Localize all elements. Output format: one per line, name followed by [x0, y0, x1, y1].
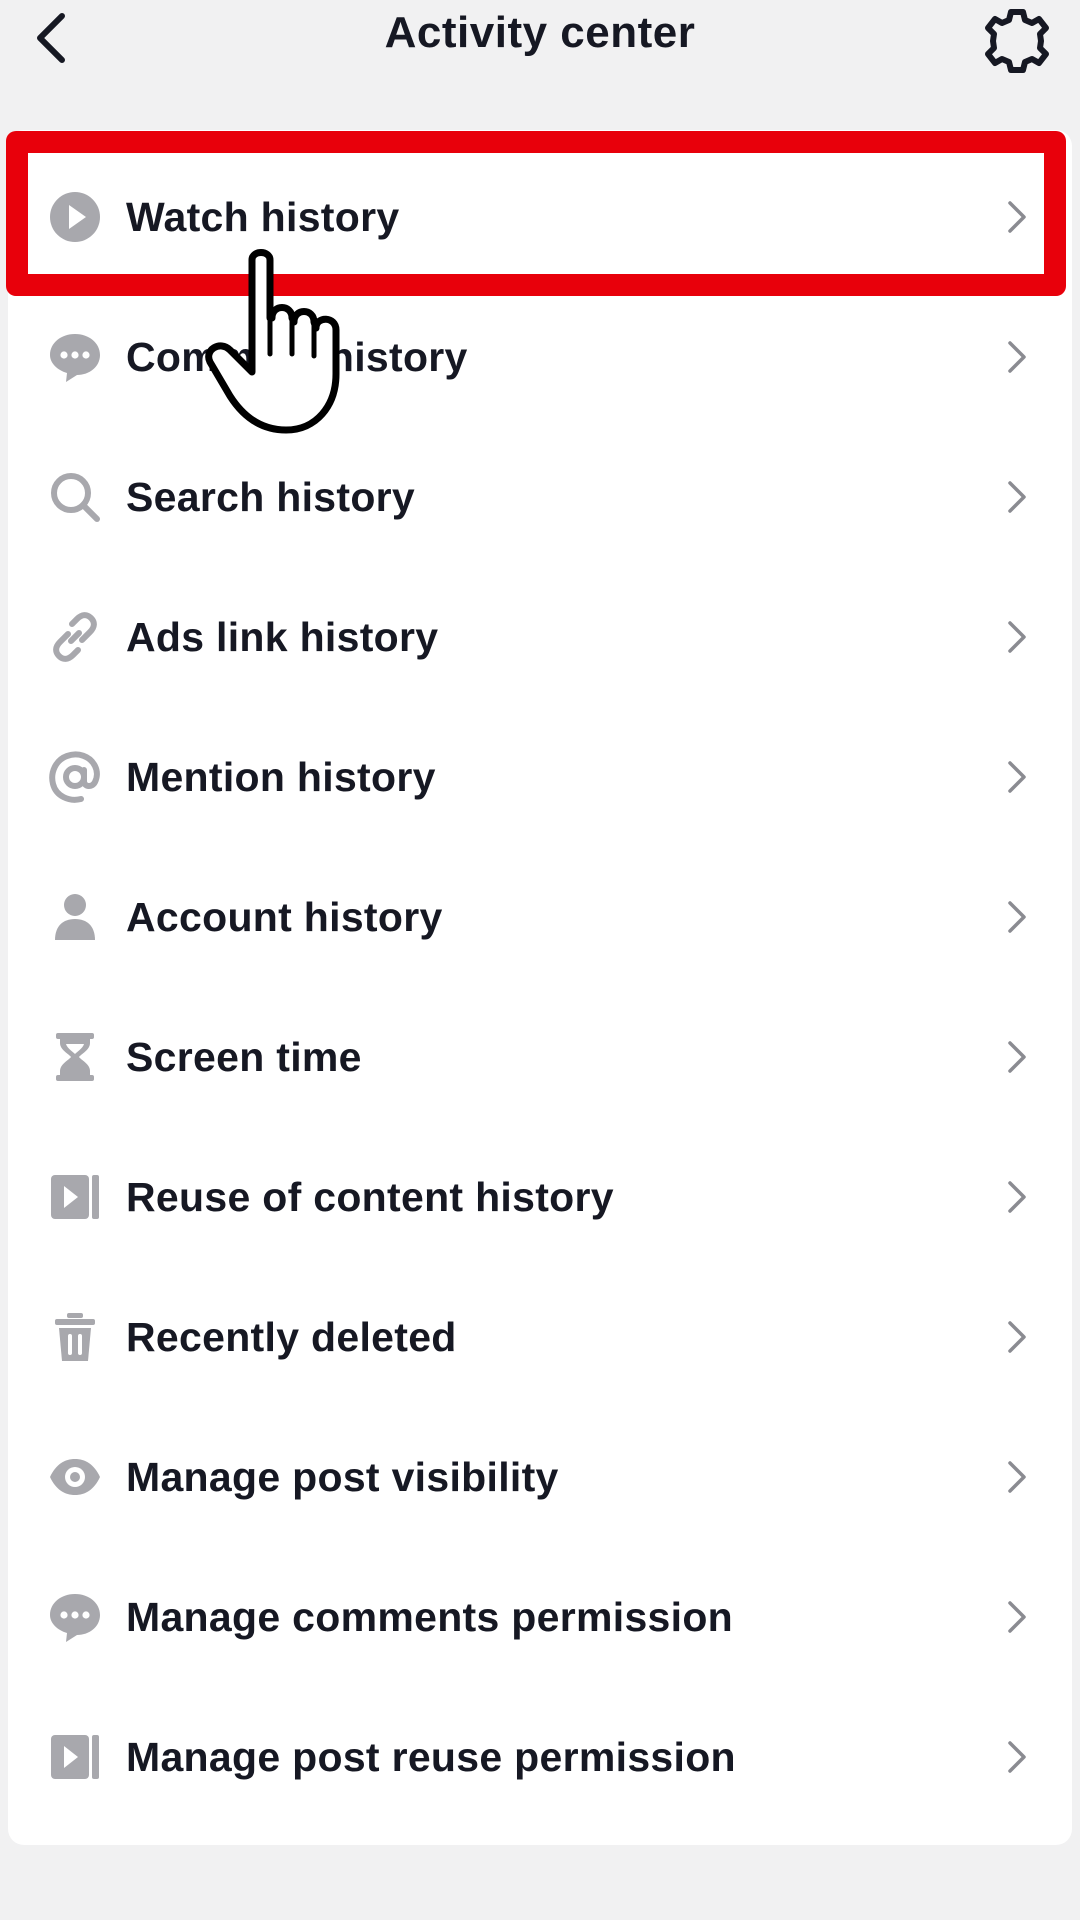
- trash-icon: [48, 1310, 102, 1364]
- at-icon: [48, 750, 102, 804]
- video-reuse-icon: [48, 1170, 102, 1224]
- menu-item-reuse-of-content-history[interactable]: Reuse of content history: [8, 1127, 1072, 1267]
- chevron-right-icon: [1002, 1597, 1032, 1637]
- menu-item-watch-history[interactable]: Watch history: [8, 147, 1072, 287]
- menu-item-manage-post-reuse-permission[interactable]: Manage post reuse permission: [8, 1687, 1072, 1827]
- menu-item-mention-history[interactable]: Mention history: [8, 707, 1072, 847]
- chevron-right-icon: [1002, 337, 1032, 377]
- person-icon: [48, 890, 102, 944]
- menu-item-account-history[interactable]: Account history: [8, 847, 1072, 987]
- video-reuse-icon: [48, 1730, 102, 1784]
- chevron-right-icon: [1002, 197, 1032, 237]
- hourglass-icon: [48, 1030, 102, 1084]
- menu-item-label: Screen time: [126, 1033, 362, 1080]
- play-circle-icon: [48, 190, 102, 244]
- chevron-right-icon: [1002, 1457, 1032, 1497]
- link-icon: [48, 610, 102, 664]
- search-icon: [48, 470, 102, 524]
- menu-item-label: Ads link history: [126, 613, 439, 660]
- comment-icon: [48, 330, 102, 384]
- menu-item-manage-comments-permission[interactable]: Manage comments permission: [8, 1547, 1072, 1687]
- menu-item-label: Manage post reuse permission: [126, 1733, 736, 1780]
- menu-item-label: Manage comments permission: [126, 1593, 734, 1640]
- menu-item-search-history[interactable]: Search history: [8, 427, 1072, 567]
- chevron-right-icon: [1002, 477, 1032, 517]
- menu-item-label: Recently deleted: [126, 1313, 457, 1360]
- menu-item-label: Mention history: [126, 753, 436, 800]
- menu-item-manage-post-visibility[interactable]: Manage post visibility: [8, 1407, 1072, 1547]
- header-bar: Activity center: [0, 0, 1080, 80]
- menu-item-recently-deleted[interactable]: Recently deleted: [8, 1267, 1072, 1407]
- menu-item-label: Manage post visibility: [126, 1453, 559, 1500]
- chevron-right-icon: [1002, 897, 1032, 937]
- menu-item-label: Account history: [126, 893, 443, 940]
- chevron-right-icon: [1002, 1317, 1032, 1357]
- chevron-right-icon: [1002, 757, 1032, 797]
- chevron-right-icon: [1002, 1737, 1032, 1777]
- menu-item-label: Comment history: [126, 333, 468, 380]
- chevron-right-icon: [1002, 1037, 1032, 1077]
- menu-item-comment-history[interactable]: Comment history: [8, 287, 1072, 427]
- menu-item-label: Watch history: [126, 193, 400, 240]
- menu-item-ads-link-history[interactable]: Ads link history: [8, 567, 1072, 707]
- menu-item-label: Search history: [126, 473, 416, 520]
- eye-icon: [48, 1450, 102, 1504]
- chevron-right-icon: [1002, 1177, 1032, 1217]
- settings-button[interactable]: [982, 6, 1052, 76]
- menu-item-label: Reuse of content history: [126, 1173, 614, 1220]
- comment-icon: [48, 1590, 102, 1644]
- menu-item-screen-time[interactable]: Screen time: [8, 987, 1072, 1127]
- page-title: Activity center: [384, 8, 696, 57]
- gear-icon: [985, 9, 1049, 73]
- activity-menu-card: Watch history Comment history Search his…: [8, 130, 1072, 1845]
- chevron-right-icon: [1002, 617, 1032, 657]
